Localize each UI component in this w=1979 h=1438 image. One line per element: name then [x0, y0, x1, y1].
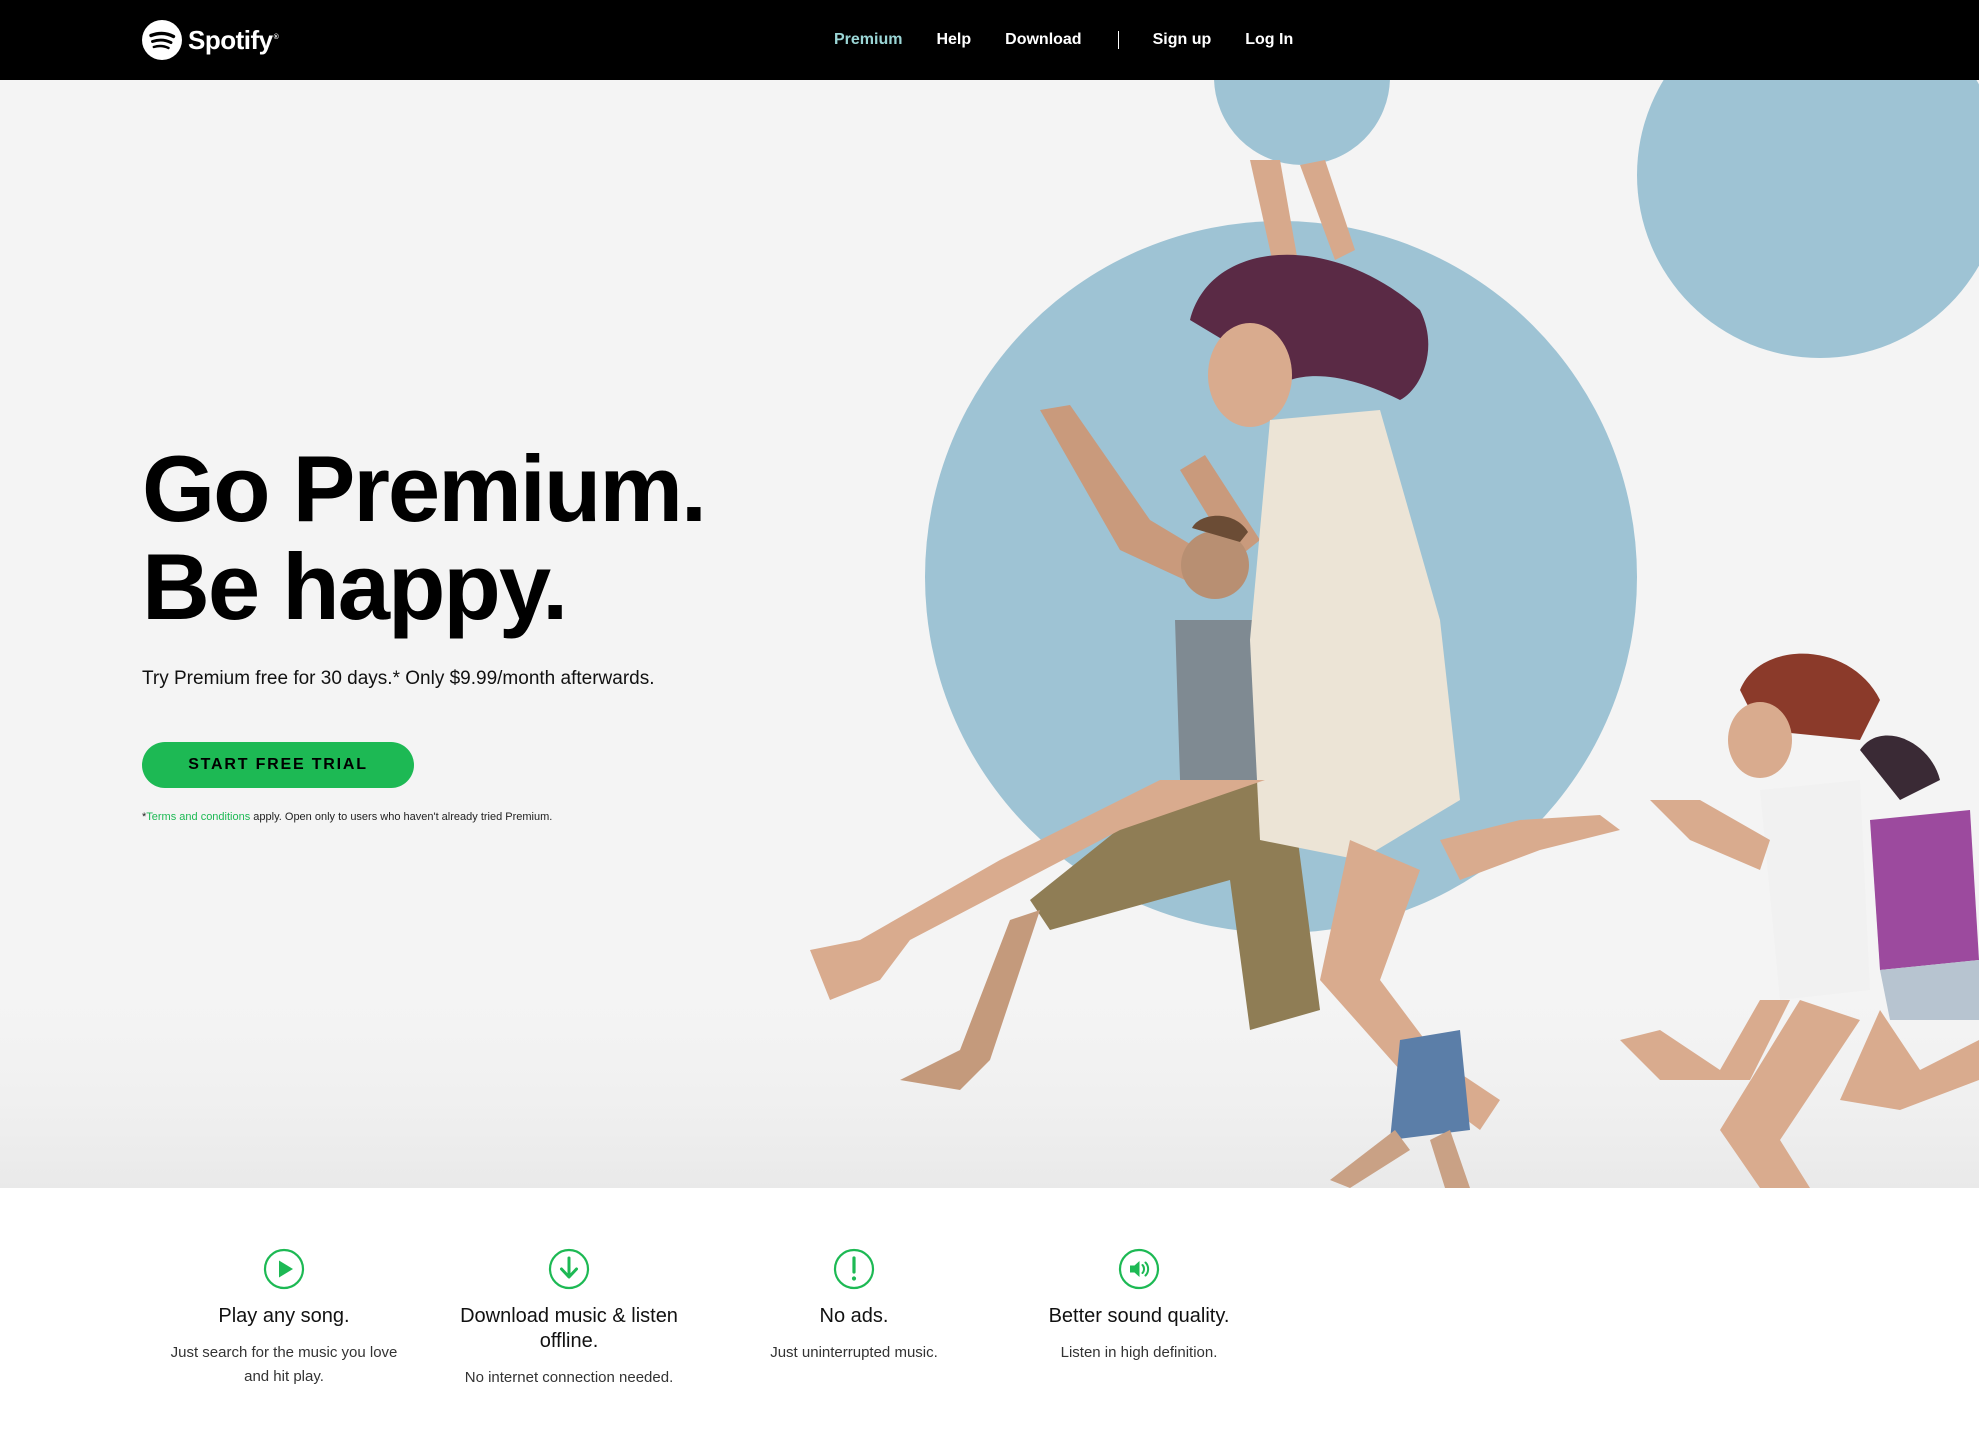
feature-description: Listen in high definition.: [1060, 1344, 1218, 1361]
features-section: Play any song. Just search for the music…: [0, 1188, 1979, 1438]
hero-subhead: Try Premium free for 30 days.* Only $9.9…: [142, 668, 655, 689]
logo-wordmark: Spotify®: [188, 24, 279, 55]
play-icon: [263, 1248, 305, 1290]
headline-line-2: Be happy.: [142, 534, 568, 639]
decorative-circle-right: [1637, 80, 1979, 358]
download-icon: [548, 1248, 590, 1290]
feature-description: Just uninterrupted music.: [770, 1344, 938, 1361]
nav-link-premium[interactable]: Premium: [834, 31, 902, 49]
hero-headline: Go Premium. Be happy.: [142, 436, 707, 639]
no-ads-icon: [833, 1248, 875, 1290]
fine-print-text: apply. Open only to users who haven't al…: [250, 811, 553, 823]
feature-better-sound: Better sound quality. Listen in high def…: [1005, 1248, 1273, 1365]
decorative-circle-top: [1214, 80, 1390, 165]
feature-description: Just search for the music you love and h…: [170, 1344, 398, 1385]
start-free-trial-button[interactable]: START FREE TRIAL: [142, 742, 414, 788]
top-nav: Spotify® Premium Help Download Sign up L…: [0, 0, 1979, 80]
feature-play-any-song: Play any song. Just search for the music…: [150, 1248, 418, 1389]
feature-title: Download music & listen offline.: [460, 1305, 678, 1352]
feature-title: Better sound quality.: [1048, 1305, 1230, 1327]
nav-link-sign-up[interactable]: Sign up: [1153, 31, 1212, 49]
feature-download-offline: Download music & listen offline. No inte…: [435, 1248, 703, 1390]
feature-title: Play any song.: [218, 1305, 350, 1327]
speaker-icon: [1118, 1248, 1160, 1290]
nav-link-download[interactable]: Download: [1005, 31, 1081, 49]
terms-fine-print: *Terms and conditions apply. Open only t…: [142, 811, 552, 823]
feature-description: No internet connection needed.: [464, 1369, 674, 1386]
trademark-symbol: ®: [273, 33, 279, 41]
nav-link-help[interactable]: Help: [936, 31, 971, 49]
spotify-logo[interactable]: Spotify®: [142, 19, 279, 61]
nav-links: Premium Help Download Sign up Log In: [834, 0, 1327, 80]
terms-and-conditions-link[interactable]: Terms and conditions: [146, 811, 250, 823]
feature-no-ads: No ads. Just uninterrupted music.: [720, 1248, 988, 1365]
feature-title: No ads.: [819, 1305, 889, 1327]
hero-section: Go Premium. Be happy. Try Premium free f…: [0, 80, 1979, 1188]
spotify-logo-icon: [142, 20, 182, 60]
headline-line-1: Go Premium.: [142, 436, 707, 541]
nav-divider: [1117, 31, 1119, 49]
nav-link-log-in[interactable]: Log In: [1245, 31, 1293, 49]
